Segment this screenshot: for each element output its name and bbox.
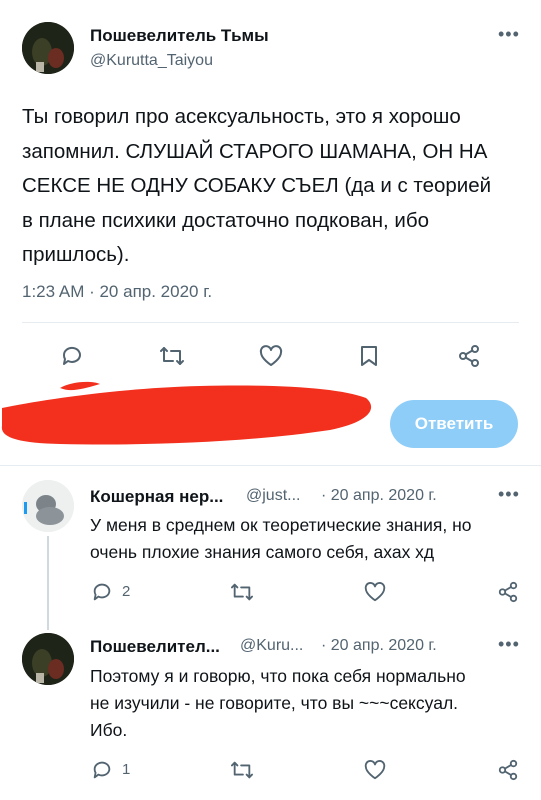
more-options-icon[interactable]: ••• — [498, 634, 520, 655]
reply-icon[interactable] — [88, 756, 116, 784]
reply-handle[interactable]: @Kuru... — [240, 637, 303, 655]
divider — [22, 322, 519, 323]
retweet-icon[interactable] — [228, 578, 256, 606]
like-icon[interactable] — [361, 578, 389, 606]
tweet-text: Ты говорил про асексуальность, это я хор… — [22, 105, 492, 266]
author-display-name[interactable]: Пошевелитель Тьмы — [90, 26, 269, 46]
reply-date[interactable]: · 20 апр. 2020 г. — [321, 637, 437, 655]
reply-count: 2 — [122, 583, 131, 600]
avatar-image — [22, 633, 74, 685]
more-options-icon[interactable]: ••• — [498, 484, 520, 505]
bookmark-icon[interactable] — [353, 340, 385, 372]
author-handle[interactable]: @Kurutta_Taiyou — [90, 52, 213, 70]
retweet-icon[interactable] — [156, 340, 188, 372]
reply-count: 1 — [122, 761, 131, 778]
reply-display-name[interactable]: Пошевелител... — [90, 637, 220, 657]
reply-icon[interactable] — [88, 578, 116, 606]
tweet-timestamp[interactable]: 1:23 AM · 20 апр. 2020 г. — [22, 282, 212, 302]
divider — [0, 465, 541, 466]
share-icon[interactable] — [494, 756, 522, 784]
reply-date[interactable]: · 20 апр. 2020 г. — [321, 487, 437, 505]
reply-avatar[interactable] — [22, 633, 74, 685]
reply-avatar[interactable] — [22, 480, 74, 532]
thread-line — [47, 536, 49, 630]
retweet-icon[interactable] — [228, 756, 256, 784]
reply-text: У меня в среднем ок теоретические знания… — [90, 515, 472, 562]
redaction-scribble — [1, 381, 372, 445]
avatar-image — [22, 480, 74, 532]
avatar-image — [22, 22, 74, 74]
author-avatar[interactable] — [22, 22, 74, 74]
more-options-icon[interactable]: ••• — [498, 24, 520, 45]
reply-text: Поэтому я и говорю, что пока себя нормал… — [90, 666, 466, 740]
reply-handle[interactable]: @just... — [246, 487, 300, 505]
share-icon[interactable] — [494, 578, 522, 606]
reply-button[interactable]: Ответить — [390, 400, 518, 448]
reply-display-name[interactable]: Кошерная нер... — [90, 487, 223, 507]
like-icon[interactable] — [361, 756, 389, 784]
share-icon[interactable] — [453, 340, 485, 372]
reply-icon[interactable] — [56, 340, 88, 372]
like-icon[interactable] — [255, 340, 287, 372]
